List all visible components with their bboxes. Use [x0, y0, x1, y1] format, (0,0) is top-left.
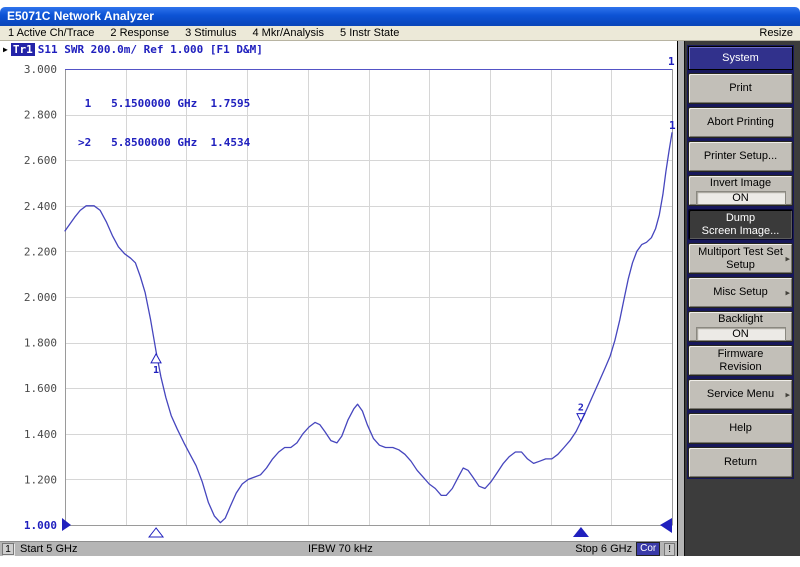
sweep-start-label: Start 5 GHz — [20, 543, 77, 556]
window-title: E5071C Network Analyzer — [7, 9, 154, 23]
trace1-badge[interactable]: Tr1 — [11, 43, 35, 56]
ifbw-label: IFBW 70 kHz — [308, 543, 373, 556]
correction-badge: Cor — [636, 542, 660, 556]
svg-text:2.000: 2.000 — [24, 291, 57, 304]
trace1-settings-text: S11 SWR 200.0m/ Ref 1.000 [F1 D&M] — [38, 43, 263, 56]
button-invert-image[interactable]: Invert Image ON — [688, 175, 793, 206]
svg-text:2.600: 2.600 — [24, 154, 57, 167]
menu-bar: 1 Active Ch/Trace 2 Response 3 Stimulus … — [0, 26, 800, 41]
menu-active-ch-trace[interactable]: 1 Active Ch/Trace — [0, 26, 102, 40]
button-label: Invert Image — [710, 177, 771, 190]
svg-text:1.600: 1.600 — [24, 382, 57, 395]
submenu-arrow-icon: ▸ — [785, 388, 790, 401]
submenu-arrow-icon: ▸ — [785, 286, 790, 299]
svg-text:2.800: 2.800 — [24, 109, 57, 122]
channel-number-box: 1 — [2, 543, 14, 555]
y-axis-labels: 3.000 2.800 2.600 2.400 2.200 2.000 1.800 1.600… — [24, 63, 57, 532]
svg-text:1: 1 — [153, 365, 159, 376]
button-abort-printing[interactable]: Abort Printing — [688, 107, 793, 138]
button-label: Misc Setup — [713, 286, 767, 299]
button-printer-setup[interactable]: Printer Setup... — [688, 141, 793, 172]
button-label: Multiport Test Set — [698, 246, 783, 259]
marker2-glyph: 2 — [577, 403, 585, 422]
svg-text:1.400: 1.400 — [24, 428, 57, 441]
softkey-menu-title: System — [688, 46, 793, 70]
button-label: Service Menu — [707, 388, 774, 401]
svg-text:1.800: 1.800 — [24, 337, 57, 350]
button-label: Backlight — [718, 313, 763, 326]
menu-instr-state[interactable]: 5 Instr State — [332, 26, 407, 40]
submenu-arrow-icon: ▸ — [785, 252, 790, 265]
invert-image-state: ON — [696, 191, 786, 205]
button-return[interactable]: Return — [688, 447, 793, 478]
button-label2: Setup — [726, 259, 755, 272]
button-label: Return — [724, 456, 757, 469]
backlight-state: ON — [696, 327, 786, 341]
trace-status-line: ▶ Tr1 S11 SWR 200.0m/ Ref 1.000 [F1 D&M] — [3, 43, 263, 56]
reference-level-arrow-icon — [62, 518, 71, 531]
button-misc-setup[interactable]: Misc Setup ▸ — [688, 277, 793, 308]
button-label: Abort Printing — [707, 116, 774, 129]
button-label: Dump — [726, 212, 755, 225]
button-help[interactable]: Help — [688, 413, 793, 444]
svg-text:3.000: 3.000 — [24, 63, 57, 76]
svg-text:2: 2 — [578, 403, 584, 414]
button-label2: Revision — [719, 361, 761, 374]
trace1-polyline — [65, 133, 672, 523]
window-titlebar[interactable]: E5071C Network Analyzer — [0, 7, 800, 26]
button-label: Help — [729, 422, 752, 435]
button-label: Firmware — [718, 348, 764, 361]
sweep-edge-arrow-icon — [660, 518, 672, 533]
button-label2: Screen Image... — [702, 225, 780, 238]
menu-mkr-analysis[interactable]: 4 Mkr/Analysis — [244, 26, 332, 40]
active-trace-pointer-icon: ▶ — [3, 44, 8, 55]
svg-text:1.000: 1.000 — [24, 519, 57, 532]
marker1-readout-row: 1 5.1500000 GHz 1.7595 — [78, 97, 250, 110]
marker2-readout-row: >2 5.8500000 GHz 1.4534 — [78, 136, 250, 149]
svg-text:2.200: 2.200 — [24, 245, 57, 258]
button-print[interactable]: Print — [688, 73, 793, 104]
channel-window: 1 3.000 2.800 2.600 2.400 2.200 2.000 1.800 1.60… — [0, 41, 677, 541]
svg-text:2.400: 2.400 — [24, 200, 57, 213]
softkey-panel: System Print Abort Printing Printer Setu… — [677, 41, 800, 556]
softkey-scroll-strip[interactable] — [678, 41, 685, 556]
marker-readout: 1 5.1500000 GHz 1.7595 >2 5.8500000 GHz … — [78, 71, 250, 175]
warning-indicator: ! — [664, 543, 675, 556]
button-multiport-test-set-setup[interactable]: Multiport Test Set Setup ▸ — [688, 243, 793, 274]
menu-stimulus[interactable]: 3 Stimulus — [177, 26, 244, 40]
button-service-menu[interactable]: Service Menu ▸ — [688, 379, 793, 410]
trace-end-number: 1 — [669, 119, 676, 132]
button-backlight[interactable]: Backlight ON — [688, 311, 793, 342]
button-firmware-revision[interactable]: Firmware Revision — [688, 345, 793, 376]
svg-text:1.200: 1.200 — [24, 473, 57, 486]
button-label: Print — [729, 82, 752, 95]
status-bar: 1 Start 5 GHz IFBW 70 kHz Stop 6 GHz Cor… — [0, 541, 677, 556]
instrument-screen: E5071C Network Analyzer 1 Active Ch/Trac… — [0, 0, 800, 567]
button-label: Printer Setup... — [704, 150, 777, 163]
sweep-stop-label: Stop 6 GHz — [575, 543, 632, 556]
menu-resize[interactable]: Resize — [752, 26, 800, 40]
softkey-column: System Print Abort Printing Printer Setu… — [687, 45, 794, 479]
menu-response[interactable]: 2 Response — [102, 26, 177, 40]
status-bar-right-group: Stop 6 GHz Cor ! — [575, 542, 675, 556]
button-dump-screen-image[interactable]: Dump Screen Image... — [688, 209, 793, 240]
scale-trace-number: 1 — [668, 55, 675, 68]
